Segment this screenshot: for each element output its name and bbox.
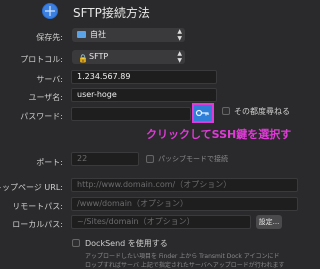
save-to-select[interactable]: 自社 ▲ ▼ — [72, 28, 185, 42]
top-page-url-label: トップページ URL: — [0, 183, 63, 192]
ssh-key-button[interactable] — [192, 103, 214, 123]
protocol-select[interactable]: 🔒 SFTP ▲ ▼ — [72, 50, 185, 64]
chevron-updown-icon: ▲ ▼ — [177, 50, 182, 64]
username-label: ユーザ名: — [28, 93, 63, 102]
folder-icon — [77, 31, 86, 38]
save-to-label: 保存先: — [36, 33, 63, 42]
passive-mode-label: パッシブモードで接続 — [158, 155, 228, 163]
settings-button[interactable]: 設定... — [256, 215, 282, 229]
server-label: サーバ: — [36, 75, 63, 84]
docksend-description-2: ロップすればサーバ 上記で指定されたサーバへアップロードが行われます — [85, 262, 285, 269]
docksend-label: DockSend を使用する — [85, 239, 168, 248]
key-icon — [195, 109, 209, 117]
ask-each-time-label: その都度尋ねる — [234, 107, 290, 116]
ask-each-time-checkbox[interactable] — [222, 107, 230, 115]
passive-mode-checkbox[interactable] — [146, 155, 154, 163]
protocol-label: プロトコル: — [20, 55, 63, 64]
username-field[interactable]: user-hoge — [71, 88, 217, 102]
docksend-description-1: アップロードしたい項目を Finder 上から Transmit Dock アイ… — [85, 253, 280, 260]
page-title: SFTP接続方法 — [73, 6, 150, 20]
remote-path-field[interactable]: /www/domain（オプション） — [71, 197, 298, 211]
lock-icon: 🔒 — [78, 54, 88, 63]
server-field[interactable]: 1.234.567.89 — [71, 70, 217, 84]
local-path-field[interactable]: ~/Sites/domain（オプション） — [71, 215, 251, 229]
docksend-checkbox[interactable] — [72, 239, 80, 247]
annotation-callout: クリックしてSSH鍵を選択す — [146, 128, 292, 141]
remote-path-label: リモートパス: — [12, 202, 63, 211]
top-page-url-field[interactable]: http://www.domain.com/（オプション） — [71, 178, 298, 192]
local-path-label: ローカルパス: — [12, 220, 63, 229]
chevron-updown-icon: ▲ ▼ — [177, 28, 182, 42]
app-icon — [42, 3, 58, 19]
port-field[interactable]: 22 — [71, 152, 139, 166]
save-to-value: 自社 — [90, 30, 106, 39]
port-label: ポート: — [36, 158, 63, 167]
password-label: パスワード: — [20, 112, 63, 121]
password-field[interactable] — [71, 107, 191, 121]
protocol-value: SFTP — [89, 52, 109, 61]
